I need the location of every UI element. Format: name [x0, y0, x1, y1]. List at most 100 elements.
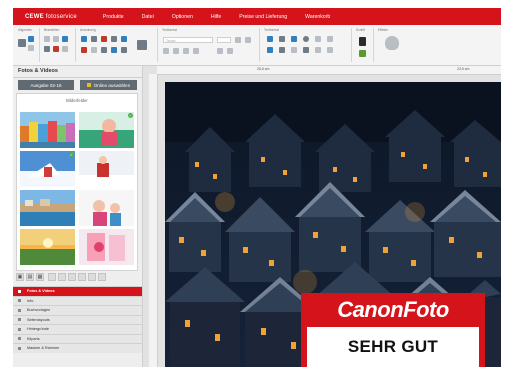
- settings-icon[interactable]: [28, 45, 34, 51]
- menu-item-datei[interactable]: Datei: [142, 14, 154, 20]
- info-icon: [18, 299, 21, 303]
- photo-thumbnail[interactable]: [79, 190, 134, 226]
- photo-thumbnail[interactable]: [79, 268, 134, 271]
- folder-icon: [86, 83, 91, 87]
- justify-icon[interactable]: [193, 48, 199, 54]
- align-right-icon[interactable]: [183, 48, 189, 54]
- distribute-icon[interactable]: [111, 47, 117, 53]
- shadow-icon[interactable]: [291, 36, 297, 42]
- photo-thumbnail[interactable]: ✓: [79, 112, 134, 148]
- nav-item-buchvorlagen[interactable]: Buchvorlagen: [13, 305, 142, 315]
- nav-item-info[interactable]: Info: [13, 295, 142, 305]
- redo-icon[interactable]: [62, 46, 68, 52]
- add-photo-icon[interactable]: [68, 273, 76, 281]
- delete-icon[interactable]: [53, 46, 59, 52]
- view-small-icon[interactable]: ▦: [36, 273, 44, 281]
- toolbar-group-format: Textformat: [261, 28, 352, 62]
- horizontal-ruler: 26,5 cm 23,5 cm: [157, 66, 501, 75]
- filter-icon[interactable]: [58, 273, 66, 281]
- font-icon[interactable]: [359, 37, 366, 46]
- spellcheck-icon[interactable]: [359, 50, 366, 57]
- gallery-label: Bilderfelder: [66, 98, 88, 103]
- page-icon[interactable]: [18, 39, 26, 47]
- ratio-icon[interactable]: [291, 47, 297, 53]
- check-icon: ✓: [69, 152, 74, 157]
- issue-tab[interactable]: Ausgabe 02-16: [18, 80, 74, 90]
- info-icon[interactable]: [88, 273, 96, 281]
- effects-icon[interactable]: [385, 36, 399, 50]
- bold-icon[interactable]: [235, 37, 241, 43]
- menu-item-hilfe[interactable]: Hilfe: [211, 14, 221, 20]
- photo-thumbnail[interactable]: [20, 112, 75, 148]
- layout-icon[interactable]: [137, 40, 147, 50]
- toolbar-group-general: Allgemein: [15, 28, 40, 62]
- view-medium-icon[interactable]: ▤: [26, 273, 34, 281]
- size-icon[interactable]: [121, 47, 127, 53]
- photo-icon[interactable]: [28, 36, 34, 42]
- flip-icon[interactable]: [81, 47, 87, 53]
- nav-item-masken-rahmen[interactable]: Masken & Rahmen: [13, 343, 142, 353]
- ungroup-icon[interactable]: [101, 47, 107, 53]
- photo-thumbnail[interactable]: [20, 229, 75, 265]
- group-icon[interactable]: [91, 47, 97, 53]
- mask-icon: [18, 346, 21, 350]
- color-icon[interactable]: [327, 36, 333, 42]
- select-online-button[interactable]: Online auswählen: [80, 80, 137, 90]
- align-center-icon[interactable]: [173, 48, 179, 54]
- paste-icon[interactable]: [62, 36, 68, 42]
- background-icon: [18, 327, 21, 331]
- nav-item-seitenlayouts[interactable]: Seitenlayouts: [13, 314, 142, 324]
- underline-icon[interactable]: [227, 48, 233, 54]
- ruler-label-right: 23,5 cm: [457, 67, 470, 71]
- group-label: Bearbeiten: [44, 28, 60, 32]
- undo-icon[interactable]: [44, 46, 50, 52]
- cut-icon[interactable]: [44, 36, 50, 42]
- badge-brand: CanonFoto: [307, 298, 479, 322]
- nav-label: Kliparts: [27, 336, 40, 341]
- frame-icon[interactable]: [267, 36, 273, 42]
- badge-brand-part1: Canon: [337, 297, 404, 322]
- photo-icon: [18, 289, 21, 293]
- line-icon[interactable]: [327, 47, 333, 53]
- send-back-icon[interactable]: [91, 36, 97, 42]
- menu-item-produkte[interactable]: Produkte: [103, 14, 124, 20]
- fill-icon[interactable]: [315, 47, 321, 53]
- group-label: Textformat: [162, 28, 177, 32]
- remove-photo-icon[interactable]: [78, 273, 86, 281]
- photo-thumbnail[interactable]: [79, 151, 134, 187]
- bring-front-icon[interactable]: [81, 36, 87, 42]
- circle-icon[interactable]: [303, 36, 309, 42]
- toolbar-group-arrange: Anordnung: [77, 28, 158, 62]
- toolbar-group-edit: Bearbeiten: [41, 28, 76, 62]
- mirror-icon[interactable]: [101, 36, 107, 42]
- menu-item-preise[interactable]: Preise und Lieferung: [239, 14, 287, 20]
- menu-item-optionen[interactable]: Optionen: [172, 14, 193, 20]
- nav-item-hintergruende[interactable]: Hintergründe: [13, 324, 142, 334]
- photo-thumbnail[interactable]: [79, 229, 134, 265]
- rotate-icon[interactable]: [111, 36, 117, 42]
- font-size-select[interactable]: [217, 37, 231, 43]
- align-icon[interactable]: [121, 36, 127, 42]
- panel-nav: Fotos & Videos Info Buchvorlagen Seitenl…: [13, 286, 142, 353]
- crop-icon[interactable]: [267, 47, 273, 53]
- more-icon[interactable]: [98, 273, 106, 281]
- copy-icon[interactable]: [53, 36, 59, 42]
- sort-icon[interactable]: [48, 273, 56, 281]
- align-left-icon[interactable]: [163, 48, 169, 54]
- nav-item-kliparts[interactable]: Kliparts: [13, 333, 142, 343]
- nav-label: Seitenlayouts: [27, 317, 50, 322]
- nav-item-fotos-videos[interactable]: Fotos & Videos: [13, 286, 142, 296]
- photo-thumbnail[interactable]: ✓: [20, 151, 75, 187]
- view-large-icon[interactable]: ▣: [16, 273, 24, 281]
- border-icon[interactable]: [279, 36, 285, 42]
- opacity-icon[interactable]: [315, 36, 321, 42]
- photo-thumbnail[interactable]: [20, 268, 75, 271]
- menu-item-warenkorb[interactable]: Warenkorb: [305, 14, 330, 20]
- zoom-icon[interactable]: [279, 47, 285, 53]
- grid-icon[interactable]: [303, 47, 309, 53]
- italic-icon[interactable]: [245, 37, 251, 43]
- font-family-select[interactable]: Textart: [163, 37, 213, 43]
- check-icon: ✓: [128, 113, 133, 118]
- photo-thumbnail[interactable]: [20, 190, 75, 226]
- text-color-icon[interactable]: [217, 48, 223, 54]
